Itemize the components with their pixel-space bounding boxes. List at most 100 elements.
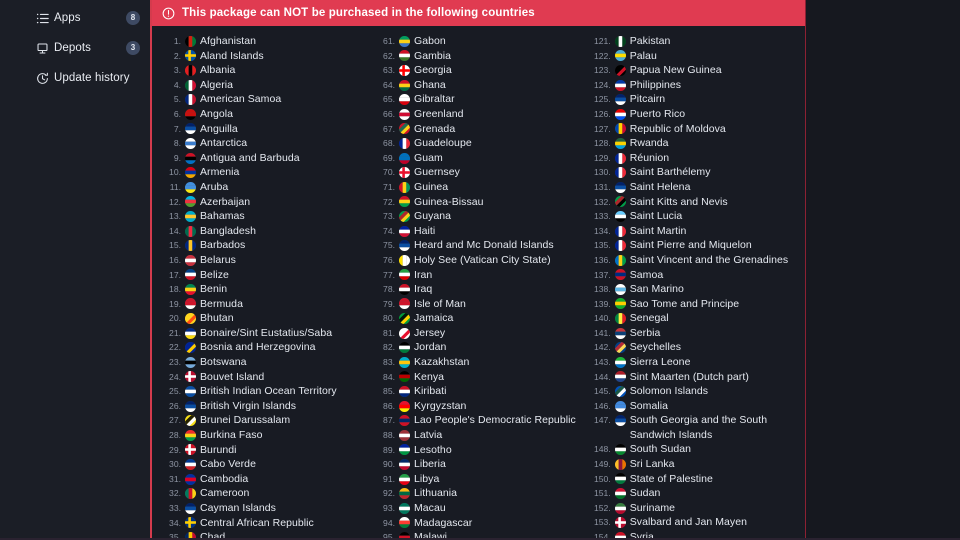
country-flag-icon (399, 444, 410, 456)
country-flag-icon (614, 269, 626, 281)
sidebar-item-apps[interactable]: Apps 8 (0, 4, 150, 32)
country-index: 24. (169, 371, 181, 382)
country-list-item: 87. Lao People's Democratic Republic (380, 413, 580, 427)
country-name: Sudan (629, 487, 661, 500)
country-name: Sao Tome and Principe (629, 297, 740, 310)
country-index: 90. (383, 459, 395, 470)
country-index: 80. (383, 313, 395, 324)
country-name: Pitcairn (629, 93, 666, 106)
country-name: Somalia (629, 399, 669, 412)
country-index: 33. (169, 503, 181, 513)
country-name: Saint Kitts and Nevis (629, 195, 728, 208)
country-name: Lithuania (414, 487, 458, 500)
country-index: 77. (383, 269, 395, 280)
country-index: 93. (383, 503, 395, 513)
country-list-item: 27. Brunei Darussalam (166, 413, 366, 427)
country-index: 139. (594, 298, 611, 309)
country-index: 63. (383, 65, 395, 76)
country-index: 124. (594, 79, 611, 90)
country-flag-icon (399, 167, 410, 179)
country-name: Holy See (Vatican City State) (414, 253, 551, 266)
country-column: 61. Gabon 62. Gambia 63. Georgia 64. Ghana 65. Gi… (366, 34, 580, 540)
country-name: Gabon (414, 35, 446, 47)
country-list-item: 22. Bosnia and Herzegovina (166, 340, 366, 354)
country-index: 137. (594, 269, 611, 280)
country-index: 65. (383, 94, 395, 105)
country-list-item: 72. Guinea-Bissau (380, 195, 580, 209)
country-name: Guinea (414, 180, 449, 193)
country-name: Bangladesh (200, 224, 256, 237)
country-flag-icon (614, 298, 626, 310)
country-flag-icon (614, 35, 626, 47)
country-flag-icon (185, 64, 196, 76)
country-flag-icon (614, 50, 626, 62)
country-index: 32. (169, 488, 181, 499)
country-index: 11. (169, 181, 181, 192)
country-index: 78. (383, 284, 395, 295)
country-name: Bhutan (200, 312, 234, 325)
country-list-item: 1. Afghanistan (166, 34, 366, 48)
country-flag-icon (399, 473, 410, 485)
country-list-item: 127. Republic of Moldova (594, 122, 800, 136)
country-index: 62. (383, 50, 395, 61)
country-list-item: 63. Georgia (380, 63, 580, 77)
country-flag-icon (399, 386, 410, 398)
country-index: 30. (169, 459, 181, 470)
country-flag-icon (399, 356, 410, 368)
country-flag-icon (399, 517, 410, 529)
country-list-item: 74. Haiti (380, 224, 580, 238)
country-index: 79. (383, 298, 395, 309)
country-name: Saint Vincent and the Grenadines (629, 253, 789, 266)
country-index: 146. (594, 400, 611, 411)
country-name: Papua New Guinea (629, 64, 722, 77)
country-list-item: 68. Guadeloupe (380, 136, 580, 150)
country-index: 94. (383, 517, 395, 528)
country-flag-icon (614, 517, 626, 529)
country-name: Sint Maarten (Dutch part) (629, 370, 749, 383)
warning-banner-text: This package can NOT be purchased in the… (182, 7, 535, 19)
country-index: 148. (594, 444, 611, 455)
country-index: 13. (169, 211, 181, 222)
country-flag-icon (399, 64, 410, 76)
country-name: Aruba (200, 180, 229, 193)
country-flag-icon (185, 415, 196, 427)
country-name: San Marino (629, 283, 684, 296)
country-flag-icon (185, 517, 196, 529)
country-name: Suriname (629, 501, 676, 514)
country-name: Bahamas (200, 210, 245, 223)
country-list-item: 17. Belize (166, 268, 366, 282)
country-list-item: 133. Saint Lucia (594, 209, 800, 223)
depot-icon (36, 42, 49, 55)
country-name: Guadeloupe (414, 137, 472, 150)
country-name: Bouvet Island (200, 370, 265, 383)
country-list-item: 28. Burkina Faso (166, 428, 366, 442)
country-name: Guam (414, 151, 443, 164)
country-list-item: 61. Gabon (380, 34, 580, 48)
sidebar-item-depots[interactable]: Depots 3 (0, 34, 150, 62)
sidebar-item-update-history[interactable]: Update history (0, 64, 150, 92)
country-name: Puerto Rico (629, 107, 686, 120)
country-list-item: 6. Angola (166, 107, 366, 121)
country-index: 92. (383, 488, 395, 499)
country-flag-icon (614, 196, 626, 208)
country-flag-icon (185, 488, 196, 500)
country-column: 121. Pakistan 122. Palau 123. Papua New Guine… (580, 34, 800, 540)
sidebar-item-depots-badge: 3 (126, 41, 140, 55)
country-name: Lao People's Democratic Republic (414, 414, 576, 427)
country-index: 23. (169, 357, 181, 368)
country-index: 122. (594, 50, 611, 61)
country-flag-icon (185, 269, 196, 281)
country-flag-icon (185, 94, 196, 106)
country-name: Sri Lanka (629, 457, 675, 470)
country-list-item: 8. Antarctica (166, 136, 366, 150)
country-list-item: 20. Bhutan (166, 311, 366, 325)
country-name: Guinea-Bissau (414, 195, 484, 208)
country-list-item: 121. Pakistan (594, 34, 800, 48)
country-flag-icon (185, 167, 196, 179)
country-name: Saint Pierre and Miquelon (629, 239, 752, 252)
country-index: 69. (383, 152, 395, 163)
country-flag-icon (614, 152, 626, 164)
country-list-item: 84. Kenya (380, 370, 580, 384)
country-index: 86. (383, 400, 395, 411)
country-name: Iraq (414, 283, 433, 296)
